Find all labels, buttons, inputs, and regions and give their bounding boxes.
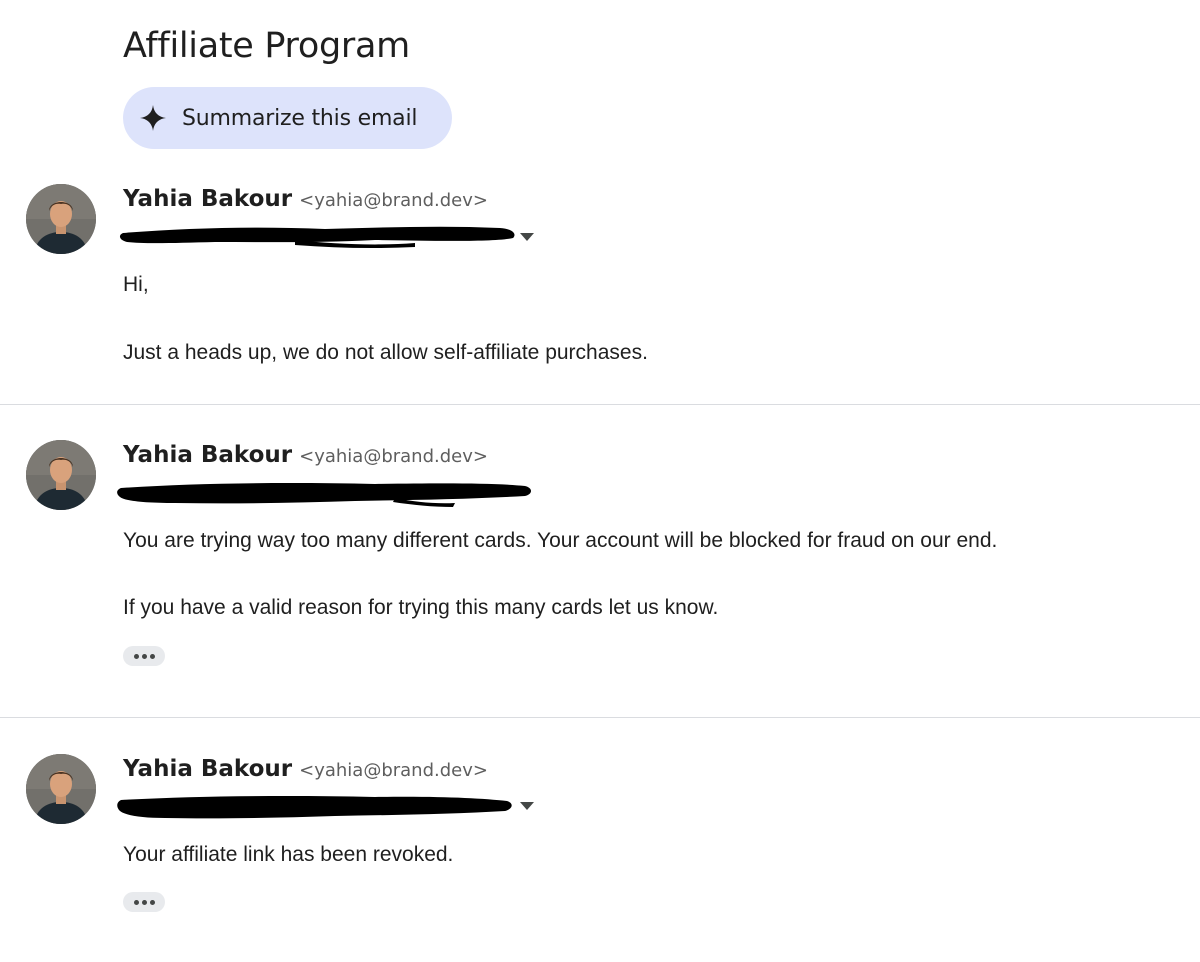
show-details-button[interactable] — [520, 802, 534, 810]
sender-name[interactable]: Yahia Bakour — [123, 756, 292, 782]
show-trimmed-content-button[interactable] — [123, 646, 165, 666]
summarize-button-label: Summarize this email — [182, 105, 418, 131]
avatar[interactable] — [26, 184, 96, 254]
sender-email: <yahia@brand.dev> — [299, 760, 488, 781]
sparkle-icon — [140, 105, 166, 131]
show-trimmed-content-button[interactable] — [123, 892, 165, 912]
more-dot — [149, 899, 155, 905]
recipient-redaction — [117, 483, 531, 507]
sender-email: <yahia@brand.dev> — [299, 190, 488, 211]
message-body-line: If you have a valid reason for trying th… — [123, 596, 719, 619]
message-body-line: Just a heads up, we do not allow self-af… — [123, 341, 648, 364]
sender-email: <yahia@brand.dev> — [299, 446, 488, 467]
more-dot — [149, 653, 155, 659]
recipient-redaction — [119, 226, 515, 249]
summarize-email-button[interactable]: Summarize this email — [123, 87, 452, 149]
sender-line: Yahia Bakour <yahia@brand.dev> — [123, 756, 488, 782]
email-subject: Affiliate Program — [123, 26, 410, 66]
avatar[interactable] — [26, 440, 96, 510]
sender-name[interactable]: Yahia Bakour — [123, 186, 292, 212]
message-divider — [0, 404, 1200, 405]
avatar[interactable] — [26, 754, 96, 824]
message-divider — [0, 717, 1200, 718]
sender-name[interactable]: Yahia Bakour — [123, 442, 292, 468]
sender-line: Yahia Bakour <yahia@brand.dev> — [123, 186, 488, 212]
recipient-redaction — [117, 796, 512, 819]
avatar-image — [26, 184, 96, 254]
message-body-line: Your affiliate link has been revoked. — [123, 843, 454, 866]
more-dot — [141, 899, 147, 905]
avatar-image — [26, 440, 96, 510]
message-body-line: You are trying way too many different ca… — [123, 529, 998, 552]
more-dot — [141, 653, 147, 659]
message-body-line: Hi, — [123, 273, 149, 296]
show-details-button[interactable] — [520, 233, 534, 241]
avatar-image — [26, 754, 96, 824]
more-dot — [133, 653, 139, 659]
more-dot — [133, 899, 139, 905]
email-thread-view: Affiliate Program Summarize this email Y… — [0, 0, 1200, 962]
sender-line: Yahia Bakour <yahia@brand.dev> — [123, 442, 488, 468]
